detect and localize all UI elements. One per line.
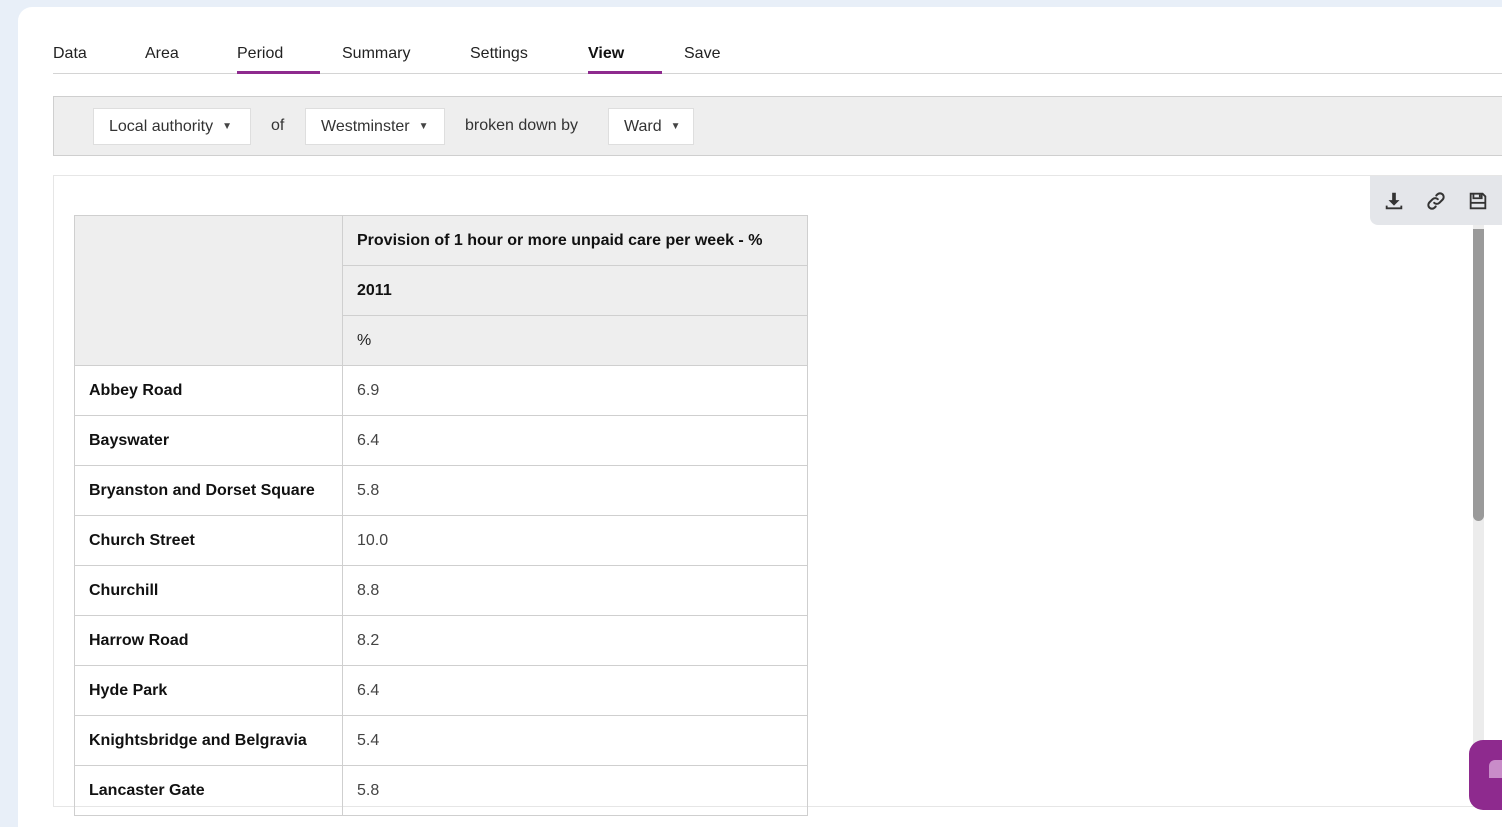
table-row: Hyde Park 6.4: [74, 665, 808, 716]
area-name-cell: Knightsbridge and Belgravia: [74, 715, 343, 766]
chat-icon: [1489, 760, 1502, 778]
tab-settings[interactable]: Settings: [470, 45, 528, 73]
value-cell: 10.0: [342, 515, 808, 566]
table-row: Knightsbridge and Belgravia 5.4: [74, 715, 808, 766]
export-toolbar: [1370, 176, 1502, 225]
tab-summary[interactable]: Summary: [342, 45, 410, 73]
tab-view-underline: [588, 71, 662, 74]
area-type-select[interactable]: Local authority ▼: [93, 108, 251, 145]
tab-data[interactable]: Data: [53, 45, 87, 73]
table-row: Bryanston and Dorset Square 5.8: [74, 465, 808, 516]
area-name-cell: Bayswater: [74, 415, 343, 466]
of-label: of: [271, 117, 285, 134]
table-row: Church Street 10.0: [74, 515, 808, 566]
value-cell: 5.4: [342, 715, 808, 766]
tab-bar: Data Area Period Summary Settings View S…: [53, 37, 1502, 74]
breakdown-select[interactable]: Ward ▼: [608, 108, 694, 145]
table-header-row: Provision of 1 hour or more unpaid care …: [74, 215, 808, 366]
value-cell: 8.2: [342, 615, 808, 666]
value-cell: 8.8: [342, 565, 808, 616]
value-cell: 6.4: [342, 415, 808, 466]
download-button[interactable]: [1381, 188, 1406, 213]
area-select[interactable]: Westminster ▼: [305, 108, 445, 145]
tab-area[interactable]: Area: [145, 45, 179, 73]
value-cell: 5.8: [342, 465, 808, 516]
area-name-cell: Lancaster Gate: [74, 765, 343, 816]
area-name-cell: Bryanston and Dorset Square: [74, 465, 343, 516]
table-row: Churchill 8.8: [74, 565, 808, 616]
save-button[interactable]: [1465, 188, 1490, 213]
area-name-cell: Churchill: [74, 565, 343, 616]
area-name-cell: Church Street: [74, 515, 343, 566]
save-icon: [1469, 192, 1486, 209]
filter-bar: Local authority ▼ of Westminster ▼ broke…: [53, 96, 1502, 156]
area-name-cell: Harrow Road: [74, 615, 343, 666]
area-name-cell: Hyde Park: [74, 665, 343, 716]
value-cell: 6.9: [342, 365, 808, 416]
chevron-down-icon: ▼: [670, 121, 681, 132]
data-table: Provision of 1 hour or more unpaid care …: [74, 215, 808, 816]
broken-down-by-label: broken down by: [465, 117, 578, 134]
table-row: Abbey Road 6.9: [74, 365, 808, 416]
unit-header: %: [342, 315, 808, 366]
table-row: Harrow Road 8.2: [74, 615, 808, 666]
table-row: Bayswater 6.4: [74, 415, 808, 466]
chat-widget-button[interactable]: [1469, 740, 1502, 810]
value-cell: 5.8: [342, 765, 808, 816]
period-header: 2011: [342, 265, 808, 316]
breakdown-value: Ward: [624, 117, 662, 135]
area-value: Westminster: [321, 117, 410, 135]
tab-view[interactable]: View: [588, 45, 624, 73]
link-icon: [1426, 191, 1445, 210]
chevron-down-icon: ▼: [418, 121, 429, 132]
area-name-cell: Abbey Road: [74, 365, 343, 416]
tab-period[interactable]: Period: [237, 45, 283, 73]
area-type-value: Local authority: [109, 117, 214, 135]
vertical-scrollbar[interactable]: [1473, 225, 1484, 805]
table-row: Lancaster Gate 5.8: [74, 765, 808, 816]
value-cell: 6.4: [342, 665, 808, 716]
scrollbar-thumb[interactable]: [1473, 229, 1484, 521]
indicator-header: Provision of 1 hour or more unpaid care …: [342, 215, 808, 266]
table-corner-cell: [74, 215, 343, 366]
chevron-down-icon: ▼: [222, 121, 232, 132]
copy-link-button[interactable]: [1423, 188, 1448, 213]
tab-period-underline: [237, 71, 320, 74]
tab-save[interactable]: Save: [684, 45, 720, 73]
download-icon: [1385, 192, 1402, 209]
